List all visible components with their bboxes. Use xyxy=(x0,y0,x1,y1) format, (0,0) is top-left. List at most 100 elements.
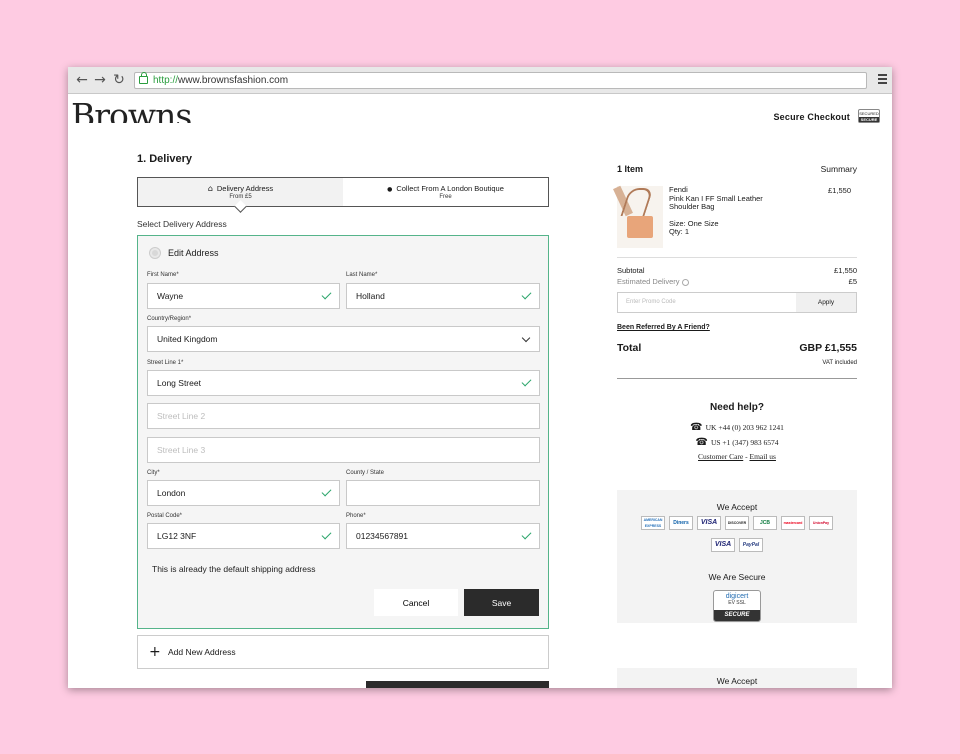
check-icon xyxy=(521,376,532,387)
digicert-seal-icon[interactable]: digicert EV SSL SECURE xyxy=(713,590,761,622)
visa-icon: VISA xyxy=(711,538,735,552)
url-host: www.brownsfashion.com xyxy=(178,75,289,86)
postal-code-field[interactable]: LG12 3NF xyxy=(147,523,340,549)
subtotal-label: Subtotal xyxy=(617,266,645,275)
last-name-value: Holland xyxy=(356,291,385,301)
tab-collect-boutique[interactable]: ● Collect From A London Boutique Free xyxy=(343,178,548,206)
street3-placeholder: Street Line 3 xyxy=(157,445,206,455)
lock-icon xyxy=(139,72,148,84)
back-arrow-icon[interactable]: ← xyxy=(74,72,90,88)
edit-address-option[interactable]: Edit Address xyxy=(150,248,219,258)
product-qty: Qty: 1 xyxy=(669,227,690,236)
radio-button[interactable] xyxy=(150,248,160,258)
discover-icon: DISCOVER xyxy=(725,516,749,530)
email-us-link[interactable]: Email us xyxy=(749,452,775,461)
phone-us-text: US +1 (347) 983 6574 xyxy=(710,438,779,447)
home-icon: ⌂ xyxy=(207,184,213,193)
tab-delivery-address[interactable]: ⌂ Delivery Address From £5 xyxy=(138,178,343,206)
item-count: 1 Item xyxy=(617,164,644,174)
street2-field[interactable]: Street Line 2 xyxy=(147,403,540,429)
check-icon xyxy=(321,289,332,300)
amex-icon: AMERICAN EXPRESS xyxy=(641,516,665,530)
city-label: City* xyxy=(147,470,160,476)
check-icon xyxy=(321,529,332,540)
hamburger-menu-icon[interactable] xyxy=(878,74,887,84)
street2-placeholder: Street Line 2 xyxy=(157,411,206,421)
check-icon xyxy=(521,529,532,540)
forward-arrow-icon[interactable]: → xyxy=(92,72,108,88)
digicert-sub: EV SSL xyxy=(728,600,746,606)
browser-window: ← → ↻ http://www.brownsfashion.com Brown… xyxy=(68,67,892,688)
mastercard-icon: mastercard xyxy=(781,516,805,530)
estimated-delivery-label: Estimated Delivery xyxy=(617,277,689,286)
postal-code-value: LG12 3NF xyxy=(157,531,197,541)
secure-badge-icon: SECURED SECURE xyxy=(858,109,880,123)
street3-field[interactable]: Street Line 3 xyxy=(147,437,540,463)
payment-methods-panel-2: We Accept xyxy=(617,668,857,688)
first-name-value: Wayne xyxy=(157,291,184,301)
reload-icon[interactable]: ↻ xyxy=(111,72,127,88)
secure-badge-bottom: SECURE xyxy=(859,117,879,122)
promo-code-box: Enter Promo Code Apply xyxy=(617,292,857,313)
unionpay-icon: UnionPay xyxy=(809,516,833,530)
edit-address-label: Edit Address xyxy=(168,248,219,258)
info-icon[interactable] xyxy=(681,278,689,286)
select-delivery-address-label: Select Delivery Address xyxy=(137,219,227,229)
phone-field[interactable]: 01234567891 xyxy=(346,523,540,549)
phone-label: Phone* xyxy=(346,513,366,519)
product-name-line2: Shoulder Bag xyxy=(669,202,715,211)
customer-care-link[interactable]: Customer Care xyxy=(698,452,743,461)
plus-icon: + xyxy=(149,644,161,660)
total-value: GBP £1,555 xyxy=(799,342,857,354)
digicert-secure: SECURE xyxy=(714,610,760,621)
estimated-delivery-text: Estimated Delivery xyxy=(617,277,680,286)
total-label: Total xyxy=(617,342,642,354)
country-select[interactable]: United Kingdom xyxy=(147,326,540,352)
estimated-delivery-value: £5 xyxy=(848,277,857,286)
tab-label: Delivery Address xyxy=(216,184,274,193)
address-form: Edit Address First Name* Wayne Last Name… xyxy=(137,235,549,629)
default-address-note: This is already the default shipping add… xyxy=(152,564,316,574)
product-price: £1,550 xyxy=(828,186,851,195)
country-label: Country/Region* xyxy=(147,316,192,322)
check-icon xyxy=(521,289,532,300)
county-label: County / State xyxy=(346,470,385,476)
check-icon xyxy=(321,486,332,497)
continue-button-partial[interactable] xyxy=(366,681,549,688)
tab-sub: From £5 xyxy=(229,194,252,200)
tab-sub: Free xyxy=(439,194,452,200)
product-image-bag xyxy=(627,216,653,238)
divider xyxy=(617,378,857,379)
last-name-label: Last Name* xyxy=(346,272,378,278)
promo-code-input[interactable]: Enter Promo Code xyxy=(626,299,676,305)
phone-uk[interactable]: ☎ UK +44 (0) 203 962 1241 xyxy=(617,422,857,433)
customer-care-links: Customer Care - Email us xyxy=(617,452,857,461)
street1-label: Street Line 1* xyxy=(147,360,184,366)
phone-us[interactable]: ☎ US +1 (347) 983 6574 xyxy=(617,437,857,448)
phone-icon: ☎ xyxy=(690,422,703,433)
address-bar[interactable]: http://www.brownsfashion.com xyxy=(134,72,867,89)
we-are-secure-heading: We Are Secure xyxy=(708,572,766,582)
street1-field[interactable]: Long Street xyxy=(147,370,540,396)
phone-icon: ☎ xyxy=(695,437,708,448)
product-image[interactable] xyxy=(613,185,663,248)
summary-heading: Summary xyxy=(820,164,857,174)
browns-logo[interactable]: Browns xyxy=(71,97,191,123)
cancel-button[interactable]: Cancel xyxy=(374,589,458,616)
first-name-label: First Name* xyxy=(147,272,179,278)
apply-button[interactable]: Apply xyxy=(796,293,856,312)
vat-note: VAT included xyxy=(822,360,857,366)
county-field[interactable] xyxy=(346,480,540,506)
city-value: London xyxy=(157,488,186,498)
street1-value: Long Street xyxy=(157,378,201,388)
subtotal-value: £1,550 xyxy=(834,266,857,275)
first-name-field[interactable]: Wayne xyxy=(147,283,340,309)
payment-methods-panel: We Accept AMERICAN EXPRESS Diners VISA DISC… xyxy=(617,490,857,623)
url-scheme: http:// xyxy=(153,75,179,86)
delivery-tabs: ⌂ Delivery Address From £5 ● Collect From … xyxy=(137,177,549,207)
save-button[interactable]: Save xyxy=(464,589,539,616)
city-field[interactable]: London xyxy=(147,480,340,506)
referred-link[interactable]: Been Referred By A Friend? xyxy=(617,324,710,331)
add-new-address-button[interactable]: + Add New Address xyxy=(137,635,549,669)
last-name-field[interactable]: Holland xyxy=(346,283,540,309)
